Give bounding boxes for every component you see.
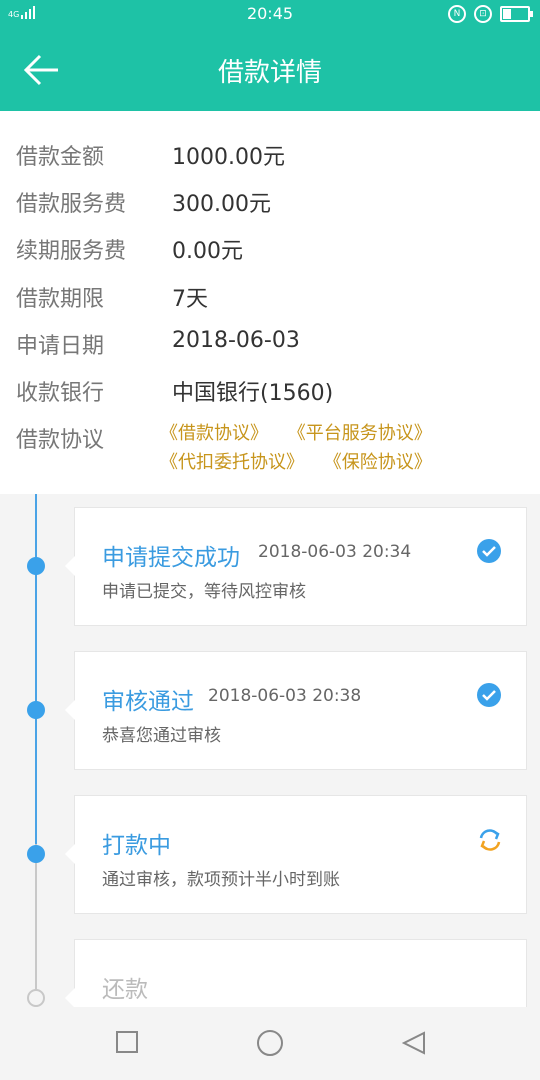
timeline-dot (27, 845, 45, 863)
detail-row-bank: 收款银行 中国银行(1560) (16, 375, 333, 407)
timeline-dot (27, 557, 45, 575)
detail-row-amount: 借款金额 1000.00元 (16, 139, 285, 171)
status-bar: 4G 20:45 N ⊡ (0, 0, 540, 28)
detail-label: 收款银行 (16, 381, 105, 406)
timeline-desc: 申请已提交，等待风控审核 (102, 582, 306, 602)
timeline-line-active (35, 494, 37, 844)
circle-icon[interactable] (256, 1029, 284, 1061)
detail-row-service-fee: 借款服务费 300.00元 (16, 186, 271, 218)
detail-value: 0.00元 (172, 239, 243, 264)
battery-icon (500, 6, 533, 22)
timeline-line-pending (35, 844, 37, 994)
detail-row-apply-date: 申请日期 2018-06-03 (16, 328, 300, 360)
timeline-time: 2018-06-03 20:38 (208, 686, 362, 706)
loan-agreement-link[interactable]: 《借款协议》 (160, 423, 268, 444)
detail-label: 续期服务费 (16, 239, 127, 264)
timeline-title: 打款中 (102, 833, 171, 859)
detail-row-agreement: 借款协议 (16, 422, 172, 454)
timeline-card-approved: 审核通过 2018-06-03 20:38 恭喜您通过审核 (65, 651, 527, 770)
check-circle-icon (476, 538, 502, 564)
nfc-icon: N (448, 5, 466, 23)
insurance-agreement-link[interactable]: 《保险协议》 (324, 452, 432, 473)
agreement-links: 《借款协议》 《平台服务协议》 《代扣委托协议》 《保险协议》 (160, 419, 446, 477)
detail-row-renewal-fee: 续期服务费 0.00元 (16, 233, 243, 265)
detail-label: 借款服务费 (16, 192, 127, 217)
square-icon[interactable] (116, 1031, 138, 1057)
timeline-dot-pending (27, 989, 45, 1007)
platform-service-agreement-link[interactable]: 《平台服务协议》 (288, 423, 432, 444)
timeline-time: 2018-06-03 20:34 (258, 542, 412, 562)
detail-row-term: 借款期限 7天 (16, 281, 208, 313)
timeline-title: 申请提交成功 (102, 545, 240, 571)
refresh-icon (476, 826, 502, 852)
detail-value: 中国银行(1560) (172, 381, 334, 406)
timeline-desc: 通过审核，款项预计半小时到账 (102, 870, 340, 890)
triangle-back-icon[interactable] (401, 1031, 426, 1059)
detail-label: 借款金额 (16, 145, 105, 170)
detail-label: 借款期限 (16, 287, 105, 312)
system-nav-bar (0, 1007, 540, 1080)
timeline-desc: 恭喜您通过审核 (102, 726, 221, 746)
detail-value: 300.00元 (172, 192, 271, 217)
detail-value: 7天 (172, 287, 208, 312)
timeline-title: 还款 (102, 977, 148, 1003)
lock-rotation-icon: ⊡ (474, 5, 492, 23)
loan-details: 借款金额 1000.00元 借款服务费 300.00元 续期服务费 0.00元 … (0, 111, 540, 494)
timeline-card-disbursing: 打款中 通过审核，款项预计半小时到账 (65, 795, 527, 914)
detail-value: 1000.00元 (172, 145, 285, 170)
timeline-dot (27, 701, 45, 719)
navigation-bar: 借款详情 (0, 28, 540, 111)
page-title: 借款详情 (217, 58, 322, 88)
timeline-title: 审核通过 (102, 689, 194, 715)
detail-label: 申请日期 (16, 334, 105, 359)
timeline-card-submitted: 申请提交成功 2018-06-03 20:34 申请已提交，等待风控审核 (65, 507, 527, 626)
detail-label: 借款协议 (16, 428, 105, 453)
check-circle-icon (476, 682, 502, 708)
detail-value: 2018-06-03 (172, 328, 300, 353)
withholding-agreement-link[interactable]: 《代扣委托协议》 (160, 452, 304, 473)
